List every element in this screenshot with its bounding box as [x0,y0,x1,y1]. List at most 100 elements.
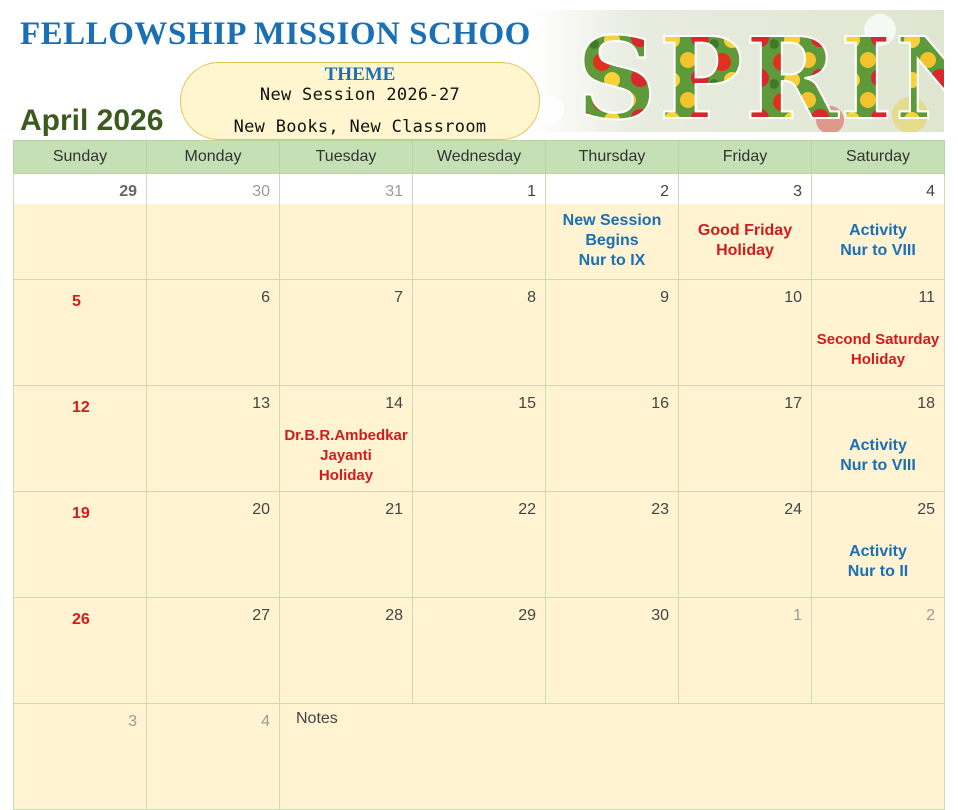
sunday-number: 12 [72,399,90,416]
event-line: New Session [562,212,662,229]
day-number: 25 [917,501,935,518]
week-row-3: 12 13 14 Dr.B.R.Ambedkar Jayanti Holiday… [13,385,945,492]
weekday-friday: Friday [678,140,812,174]
day-number: 23 [651,501,669,518]
day-cell: 14 Dr.B.R.Ambedkar Jayanti Holiday [279,385,413,492]
day-cell: 1 [678,597,812,704]
day-number: 29 [14,174,146,204]
day-cell: 3 Good Friday Holiday [678,173,812,280]
event-line: Begins [585,232,639,249]
day-cell: 11 Second Saturday Holiday [811,279,945,386]
event-line: Holiday [716,242,774,259]
day-cell: 1 [412,173,546,280]
event-line: Nur to VIII [840,457,916,474]
day-number: 16 [651,395,669,412]
day-number: 24 [784,501,802,518]
day-cell: 27 [146,597,280,704]
week-row-1: 29 30 31 1 2 New Session Begins Nur to I… [13,173,945,280]
day-cell: 30 [146,173,280,280]
event-line: Dr.B.R.Ambedkar [284,427,408,444]
day-cell: 8 [412,279,546,386]
event-line: Jayanti [320,447,372,464]
notes-row: 3 4 Notes [13,703,945,810]
weekday-tuesday: Tuesday [279,140,413,174]
day-cell: 21 [279,491,413,598]
day-number: 6 [261,289,270,306]
day-cell: 15 [412,385,546,492]
sunday-number: 5 [72,293,81,310]
spring-banner-image: SPRING [530,10,944,132]
event-line: Holiday [850,351,906,368]
school-name: FELLOWSHIP MISSION SCHOOL [20,16,554,52]
day-cell: 3 [13,703,147,810]
day-number: 2 [546,174,678,204]
day-cell: 4 [146,703,280,810]
day-cell: 5 [13,279,147,386]
day-number: 29 [518,607,536,624]
event-line: Second Saturday [816,331,940,348]
notes-label: Notes [296,710,338,727]
week-row-4: 19 20 21 22 23 24 25 Activity Nur to II [13,491,945,598]
notes-area[interactable]: Notes [279,703,945,810]
svg-text:SPRING: SPRING [576,14,944,132]
day-cell: 28 [279,597,413,704]
day-number: 18 [917,395,935,412]
day-cell: 31 [279,173,413,280]
theme-line-1: New Session 2026-27 [259,85,461,105]
day-cell: 2 [811,597,945,704]
weekday-monday: Monday [146,140,280,174]
weekday-sunday: Sunday [13,140,147,174]
day-cell: 16 [545,385,679,492]
day-number: 3 [128,713,137,730]
day-number: 22 [518,501,536,518]
month-title: April 2026 [20,104,164,137]
event-activity: Activity Nur to VIII [812,221,944,261]
day-cell: 26 [13,597,147,704]
day-number: 31 [280,174,412,204]
event-line: Nur to II [847,563,909,580]
day-number: 14 [385,395,403,412]
day-number: 30 [651,607,669,624]
day-cell: 25 Activity Nur to II [811,491,945,598]
day-cell: 29 [13,173,147,280]
day-cell: 7 [279,279,413,386]
day-cell: 23 [545,491,679,598]
weekday-header-row: Sunday Monday Tuesday Wednesday Thursday… [13,140,945,174]
day-number: 30 [147,174,279,204]
day-cell: 12 [13,385,147,492]
day-number: 8 [527,289,536,306]
sunday-number: 26 [72,611,90,628]
week-row-2: 5 6 7 8 9 10 11 Second Saturday Holiday [13,279,945,386]
day-number: 4 [261,713,270,730]
day-cell: 18 Activity Nur to VIII [811,385,945,492]
day-number: 17 [784,395,802,412]
day-cell: 19 [13,491,147,598]
day-cell: 2 New Session Begins Nur to IX [545,173,679,280]
day-cell: 13 [146,385,280,492]
theme-box: THEME New Session 2026-27 New Books, New… [180,62,540,140]
day-number: 1 [413,174,545,204]
event-line: Nur to IX [578,252,646,269]
event-line: Good Friday [697,222,793,239]
weekday-wednesday: Wednesday [412,140,546,174]
sunday-number: 19 [72,505,90,522]
day-number: 10 [784,289,802,306]
event-good-friday: Good Friday Holiday [679,221,811,261]
event-line: Nur to VIII [840,242,916,259]
day-number: 13 [252,395,270,412]
day-number: 9 [660,289,669,306]
day-cell: 4 Activity Nur to VIII [811,173,945,280]
calendar-grid: Sunday Monday Tuesday Wednesday Thursday… [13,140,945,810]
day-number: 2 [926,607,935,624]
day-number: 11 [918,289,935,306]
day-cell: 20 [146,491,280,598]
day-cell: 10 [678,279,812,386]
day-cell: 29 [412,597,546,704]
event-new-session: New Session Begins Nur to IX [546,211,678,271]
day-cell: 6 [146,279,280,386]
day-number: 7 [394,289,403,306]
day-number: 15 [518,395,536,412]
event-line: Holiday [318,467,374,484]
day-cell: 24 [678,491,812,598]
day-number: 1 [793,607,802,624]
